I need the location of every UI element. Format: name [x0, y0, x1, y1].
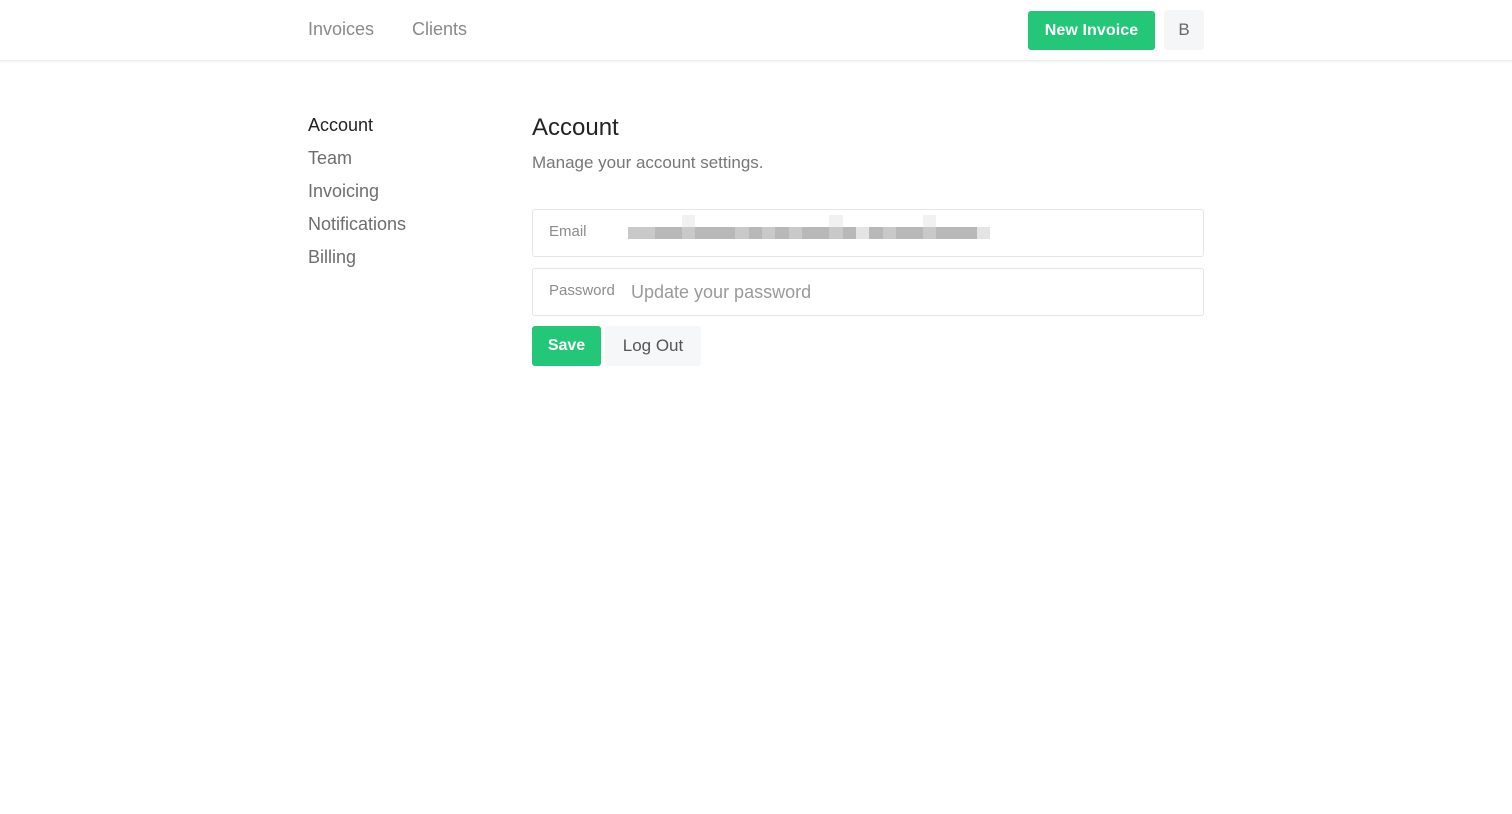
email-field[interactable]: Email [532, 209, 1204, 257]
page-title: Account [532, 114, 619, 141]
sidebar-item-account[interactable]: Account [308, 114, 373, 136]
sidebar-item-billing[interactable]: Billing [308, 246, 356, 268]
sidebar-item-notifications[interactable]: Notifications [308, 213, 406, 235]
new-invoice-button[interactable]: New Invoice [1028, 11, 1155, 50]
page-subtitle: Manage your account settings. [532, 153, 764, 172]
nav-link-clients[interactable]: Clients [412, 19, 467, 39]
password-input[interactable] [631, 278, 1191, 306]
email-label: Email [549, 223, 587, 240]
sidebar-item-team[interactable]: Team [308, 147, 352, 169]
log-out-button[interactable]: Log Out [605, 326, 701, 366]
password-label: Password [549, 282, 615, 299]
nav-link-invoices[interactable]: Invoices [308, 19, 374, 39]
password-field[interactable]: Password [532, 268, 1204, 316]
top-nav-bar: Invoices Clients New Invoice B [0, 0, 1512, 61]
save-button[interactable]: Save [532, 326, 601, 366]
avatar[interactable]: B [1164, 10, 1204, 50]
sidebar-item-invoicing[interactable]: Invoicing [308, 180, 379, 202]
